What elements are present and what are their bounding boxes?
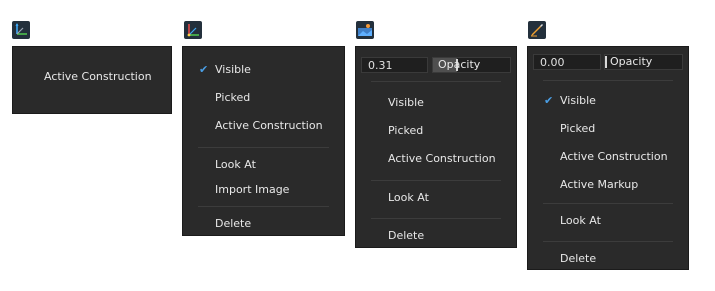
menu-item-import-image[interactable]: Import Image <box>182 179 345 201</box>
menu-item-picked[interactable]: Picked <box>527 118 689 140</box>
opacity-slider[interactable]: Opacity <box>604 54 683 70</box>
context-menu-4: 0.00 Opacity ✔ Visible Picked Active Con… <box>527 46 689 270</box>
menu-item-active-construction[interactable]: Active Construction <box>355 148 517 170</box>
menu-separator <box>198 147 329 148</box>
axes-icon <box>12 21 30 39</box>
markup-pen-icon <box>528 21 546 39</box>
menu-item-label: Picked <box>388 124 424 137</box>
menu-item-label: Look At <box>388 191 429 204</box>
menu-item-visible[interactable]: ✔ Visible <box>527 90 689 112</box>
menu-item-active-construction[interactable]: Active Construction <box>182 115 345 137</box>
menu-separator <box>371 81 501 82</box>
menu-separator <box>198 206 329 207</box>
menu-item-delete[interactable]: Delete <box>182 213 345 235</box>
image-plane-icon <box>356 21 374 39</box>
menu-item-active-construction[interactable]: Active Construction <box>12 66 172 88</box>
opacity-label: Opacity <box>610 55 653 68</box>
context-menu-2: ✔ Visible Picked Active Construction Loo… <box>182 46 345 236</box>
menu-item-picked[interactable]: Picked <box>355 120 517 142</box>
menu-item-look-at[interactable]: Look At <box>355 187 517 209</box>
menu-item-look-at[interactable]: Look At <box>182 154 345 176</box>
menu-item-delete[interactable]: Delete <box>527 248 689 270</box>
opacity-slider[interactable]: Opacity <box>432 57 511 73</box>
menu-separator <box>543 80 673 81</box>
menu-item-delete[interactable]: Delete <box>355 225 517 247</box>
menu-item-label: Look At <box>215 158 256 171</box>
checkmark-icon: ✔ <box>544 94 554 107</box>
menu-item-active-construction[interactable]: Active Construction <box>527 146 689 168</box>
menu-separator <box>371 180 501 181</box>
menu-item-label: Delete <box>560 252 597 265</box>
context-menu-1: Active Construction <box>12 46 172 114</box>
menu-item-visible[interactable]: ✔ Visible <box>182 59 345 81</box>
menu-item-label: Visible <box>388 96 424 109</box>
menu-item-label: Import Image <box>215 183 290 196</box>
menu-item-label: Delete <box>388 229 425 242</box>
menu-item-label: Active Construction <box>388 152 496 165</box>
menu-item-look-at[interactable]: Look At <box>527 210 689 232</box>
menu-item-picked[interactable]: Picked <box>182 87 345 109</box>
context-menu-3: 0.31 Opacity Visible Picked Active Const… <box>355 46 517 248</box>
menu-item-label: Picked <box>560 122 596 135</box>
opacity-value-field[interactable]: 0.31 <box>361 57 428 73</box>
menu-item-visible[interactable]: Visible <box>355 92 517 114</box>
menu-item-label: Visible <box>215 63 251 76</box>
menu-item-label: Delete <box>215 217 252 230</box>
coordinate-frame-icon <box>184 21 202 39</box>
menu-item-label: Visible <box>560 94 596 107</box>
menu-item-label: Active Construction <box>44 70 152 83</box>
opacity-slider-handle[interactable] <box>605 56 607 68</box>
checkmark-icon: ✔ <box>199 63 209 76</box>
menu-separator <box>543 241 673 242</box>
menu-item-label: Look At <box>560 214 601 227</box>
menu-item-label: Picked <box>215 91 251 104</box>
menu-item-label: Active Construction <box>560 150 668 163</box>
menu-separator <box>543 203 673 204</box>
opacity-label: Opacity <box>438 58 481 71</box>
menu-item-label: Active Construction <box>215 119 323 132</box>
menu-separator <box>371 218 501 219</box>
menu-item-active-markup[interactable]: Active Markup <box>527 174 689 196</box>
menu-item-label: Active Markup <box>560 178 639 191</box>
opacity-value-field[interactable]: 0.00 <box>533 54 601 70</box>
